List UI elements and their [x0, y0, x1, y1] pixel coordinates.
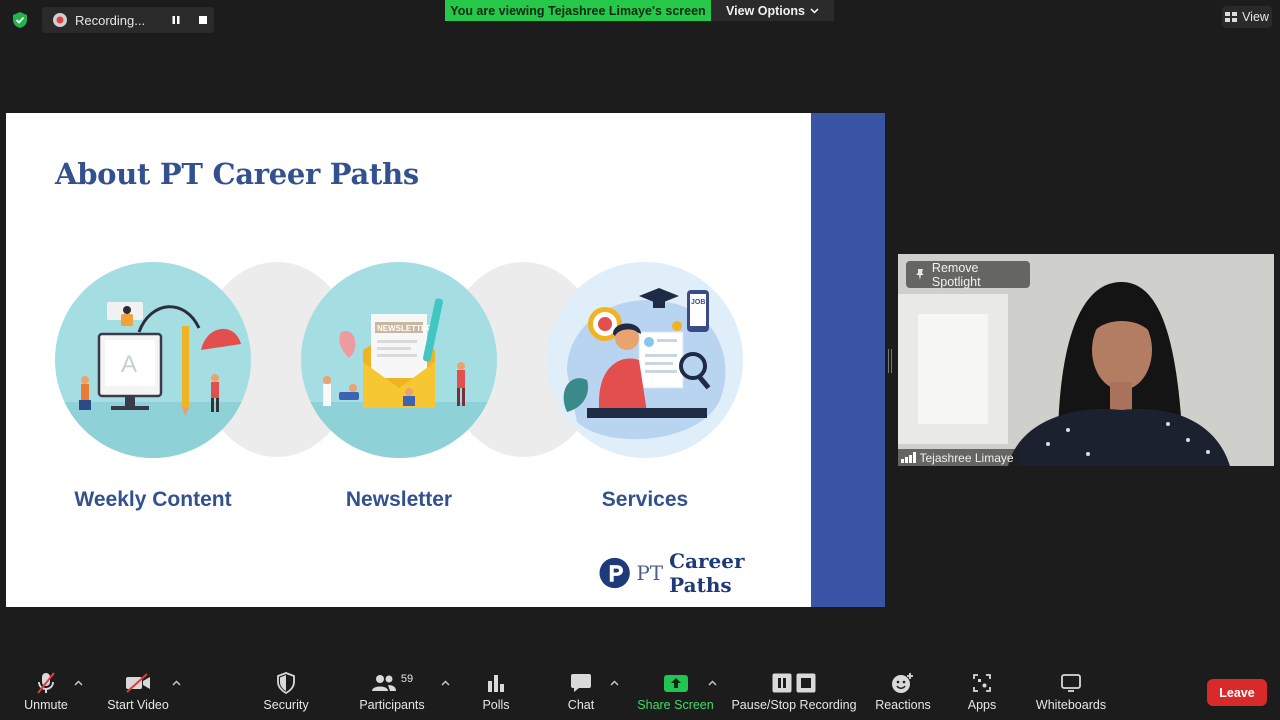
stop-icon [796, 673, 816, 693]
pause-recording-icon[interactable] [168, 12, 184, 28]
share-options-chevron-icon[interactable] [706, 677, 718, 689]
reactions-label: Reactions [875, 698, 931, 712]
caption-weekly-content: Weekly Content [74, 488, 232, 511]
pin-icon [915, 269, 924, 280]
unmute-button[interactable]: Unmute [17, 668, 75, 720]
logo-prefix: PT [636, 561, 664, 585]
share-screen-label: Share Screen [637, 698, 714, 712]
newsletter-illustration: NEWSLETTER [301, 262, 497, 458]
encryption-shield-icon[interactable] [10, 10, 30, 30]
polls-bar-chart-icon [486, 668, 506, 698]
security-shield-icon [276, 668, 296, 698]
chat-label: Chat [567, 698, 595, 712]
microphone-muted-icon [35, 668, 57, 698]
participants-label: Participants [359, 698, 425, 712]
chevron-down-icon [810, 7, 819, 14]
audio-options-chevron-icon[interactable] [72, 677, 84, 689]
participants-button[interactable]: 59 Participants [356, 668, 428, 720]
chat-options-chevron-icon[interactable] [608, 677, 620, 689]
polls-label: Polls [482, 698, 510, 712]
chat-button[interactable]: Chat [563, 668, 599, 720]
reactions-smiley-icon [891, 668, 915, 698]
services-illustration: JOB [547, 262, 743, 458]
caption-newsletter: Newsletter [345, 488, 453, 511]
apps-icon [972, 668, 992, 698]
participants-icon: 59 [371, 668, 413, 698]
slide-side-band [811, 113, 885, 607]
weekly-content-illustration: A [55, 262, 251, 458]
participants-options-chevron-icon[interactable] [439, 677, 451, 689]
apps-label: Apps [967, 698, 997, 712]
security-label: Security [263, 698, 309, 712]
logo-name: Career Paths [669, 549, 745, 597]
start-video-button[interactable]: Start Video [104, 668, 172, 720]
job-tag: JOB [691, 299, 705, 306]
split-view-drag-handle[interactable] [888, 349, 892, 373]
remove-spotlight-button[interactable]: Remove Spotlight [906, 260, 1030, 289]
pause-stop-recording-button[interactable]: Pause/Stop Recording [731, 668, 857, 720]
viewing-screen-banner: You are viewing Tejashree Limaye's scree… [445, 0, 711, 21]
stop-recording-icon[interactable] [195, 12, 211, 28]
view-options-label: View Options [726, 3, 805, 18]
unmute-label: Unmute [24, 698, 68, 712]
apps-button[interactable]: Apps [964, 668, 1000, 720]
view-options-button[interactable]: View Options [711, 0, 834, 21]
participant-name: Tejashree Limaye [919, 450, 1014, 465]
pause-stop-icons [772, 668, 816, 698]
polls-button[interactable]: Polls [476, 668, 516, 720]
video-options-chevron-icon[interactable] [170, 677, 182, 689]
participants-count: 59 [400, 673, 414, 685]
view-label: View [1242, 10, 1269, 24]
pt-career-paths-logo: PT Career Paths [599, 549, 811, 597]
participant-name-tag: Tejashree Limaye [898, 449, 1020, 466]
remove-spotlight-label: Remove Spotlight [931, 260, 981, 289]
whiteboards-label: Whiteboards [1035, 698, 1107, 712]
security-button[interactable]: Security [258, 668, 314, 720]
view-button[interactable]: View [1222, 6, 1272, 28]
grid-view-icon [1225, 12, 1238, 22]
shared-slide: About PT Career Paths A NEWSLETTER JOB W… [6, 113, 811, 607]
whiteboard-icon [1060, 668, 1082, 698]
signal-strength-icon [901, 452, 916, 463]
recording-label: Recording... [75, 12, 146, 28]
recording-indicator: Recording... [42, 7, 214, 33]
chat-bubble-icon [570, 668, 592, 698]
leave-button[interactable]: Leave [1207, 679, 1267, 706]
video-camera-off-icon [125, 668, 151, 698]
pause-icon [772, 673, 792, 693]
logo-mark-icon [599, 557, 630, 589]
slide-title: About PT Career Paths [55, 157, 419, 191]
recording-icon [53, 13, 67, 27]
share-screen-button[interactable]: Share Screen [637, 668, 714, 720]
newsletter-tag: NEWSLETTER [377, 324, 432, 333]
caption-services: Services [601, 488, 689, 511]
share-screen-icon [663, 668, 689, 698]
reactions-button[interactable]: Reactions [874, 668, 932, 720]
start-video-label: Start Video [107, 698, 169, 712]
pause-stop-recording-label: Pause/Stop Recording [731, 698, 857, 712]
svg-text:A: A [121, 351, 137, 378]
whiteboards-button[interactable]: Whiteboards [1033, 668, 1109, 720]
